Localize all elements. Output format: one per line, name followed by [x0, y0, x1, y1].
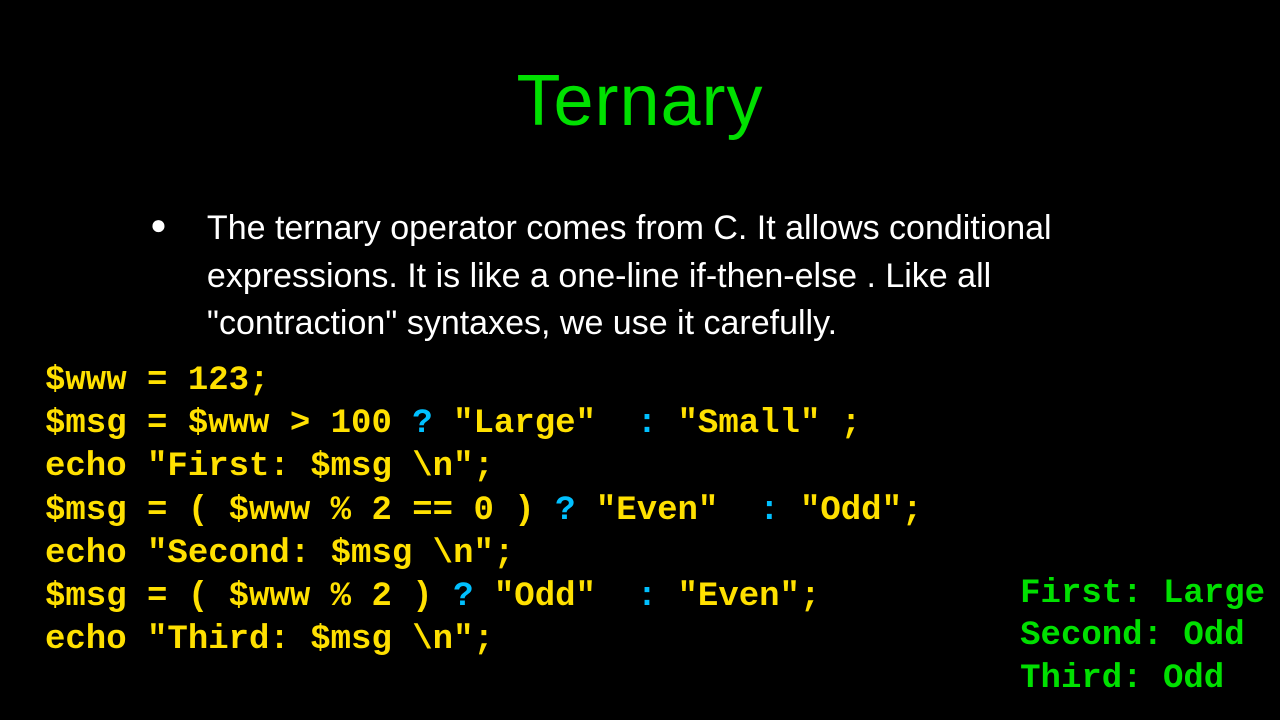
bullet-text: The ternary operator comes from C. It al… — [207, 205, 1190, 348]
slide: Ternary ● The ternary operator comes fro… — [0, 0, 1280, 720]
ternary-colon-icon: : — [759, 492, 779, 530]
code-frag: "Odd" — [473, 578, 636, 616]
code-line-4: $msg = ( $www % 2 == 0 ) ? "Even" : "Odd… — [45, 492, 922, 530]
output-block: First: Large Second: Odd Third: Odd — [1020, 573, 1265, 701]
ternary-colon-icon: : — [637, 578, 657, 616]
code-line-1: $www = 123; — [45, 362, 269, 400]
code-frag: $msg = $www > 100 — [45, 405, 412, 443]
code-line-7: echo "Third: $msg \n"; — [45, 621, 494, 659]
output-line-1: First: Large — [1020, 575, 1265, 613]
code-line-2: $msg = $www > 100 ? "Large" : "Small" ; — [45, 405, 861, 443]
bullet-item: ● The ternary operator comes from C. It … — [150, 205, 1190, 348]
slide-title: Ternary — [0, 60, 1280, 142]
code-block: $www = 123; $msg = $www > 100 ? "Large" … — [45, 360, 922, 662]
code-line-3: echo "First: $msg \n"; — [45, 448, 494, 486]
code-line-5: echo "Second: $msg \n"; — [45, 535, 514, 573]
ternary-colon-icon: : — [637, 405, 657, 443]
bullet-dot-icon: ● — [150, 211, 167, 239]
code-frag: "Small" ; — [657, 405, 861, 443]
code-frag: $msg = ( $www % 2 ) — [45, 578, 453, 616]
code-frag: "Even" — [576, 492, 760, 530]
ternary-q-icon: ? — [453, 578, 473, 616]
output-line-2: Second: Odd — [1020, 617, 1244, 655]
code-frag: "Even"; — [657, 578, 820, 616]
code-frag: "Large" — [433, 405, 637, 443]
ternary-q-icon: ? — [555, 492, 575, 530]
ternary-q-icon: ? — [412, 405, 432, 443]
code-frag: $msg = ( $www % 2 == 0 ) — [45, 492, 555, 530]
code-line-6: $msg = ( $www % 2 ) ? "Odd" : "Even"; — [45, 578, 820, 616]
output-line-3: Third: Odd — [1020, 660, 1224, 698]
code-frag: "Odd"; — [780, 492, 923, 530]
